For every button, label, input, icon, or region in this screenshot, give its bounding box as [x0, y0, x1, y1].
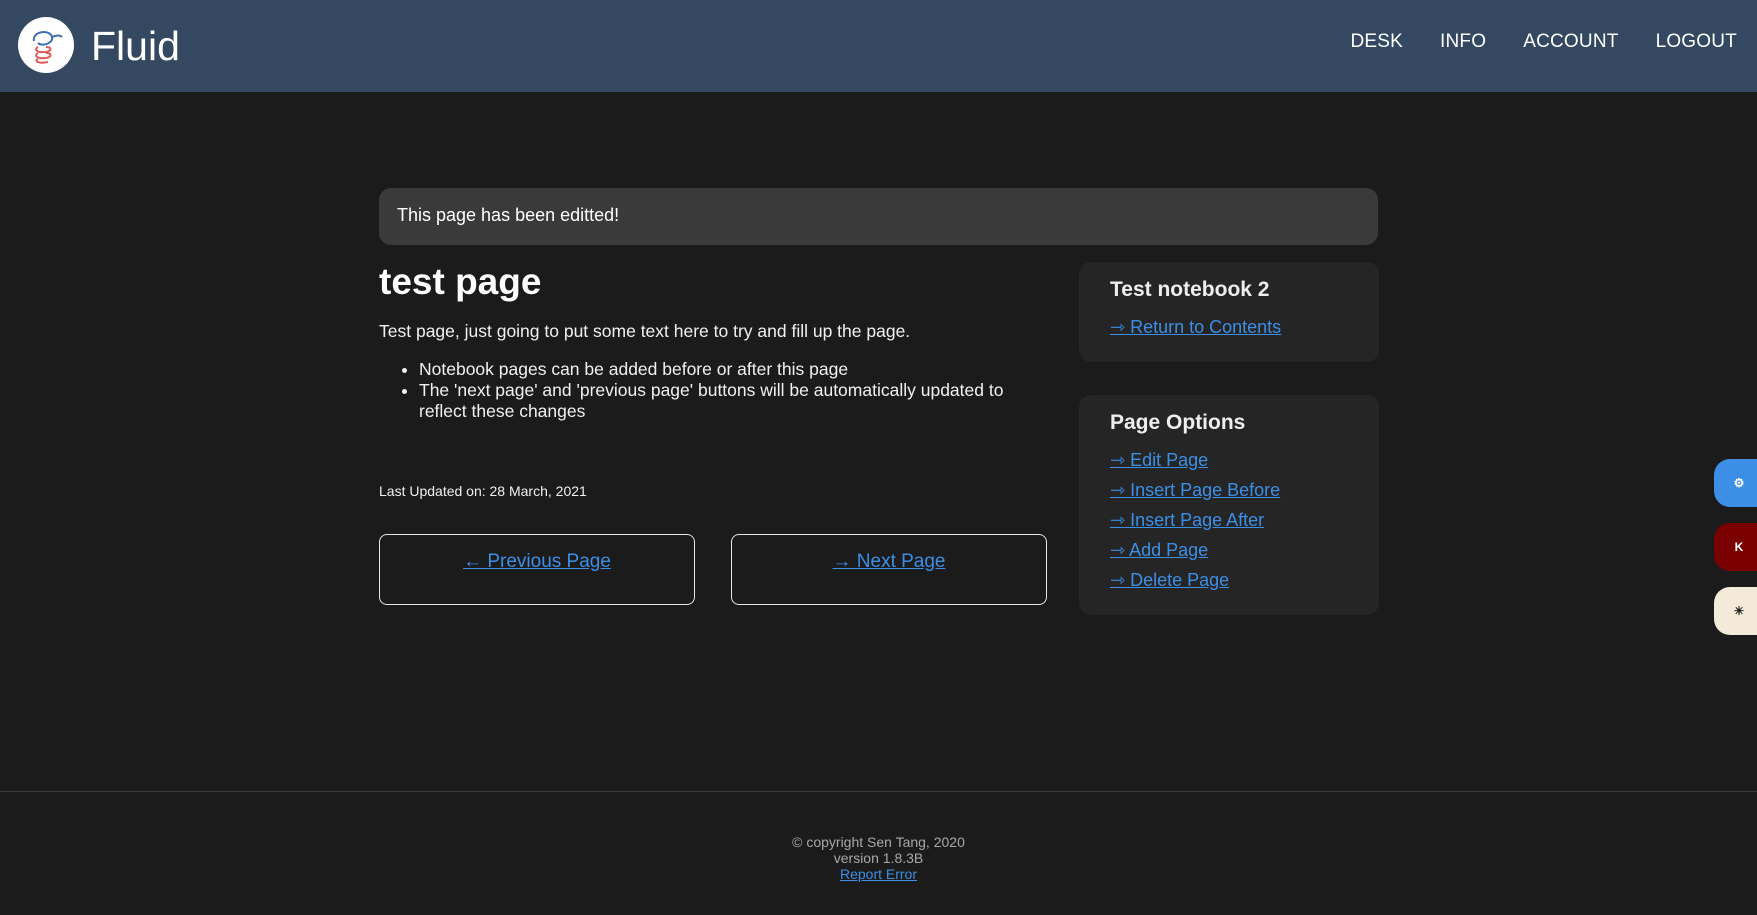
- version-text: version 1.8.3B: [833, 850, 924, 866]
- previous-page-button[interactable]: ← Previous Page: [379, 534, 695, 605]
- previous-page-link[interactable]: ← Previous Page: [463, 551, 611, 572]
- theme-fab[interactable]: ☀: [1714, 587, 1757, 635]
- gear-icon: ⚙: [1733, 476, 1745, 490]
- footer: © copyright Sen Tang, 2020 version 1.8.3…: [0, 834, 1757, 882]
- edit-page-link[interactable]: ⇾ Edit Page: [1110, 445, 1379, 475]
- next-page-button[interactable]: → Next Page: [731, 534, 1047, 605]
- footer-divider: [0, 791, 1757, 792]
- brand-title[interactable]: Fluid: [91, 22, 180, 70]
- settings-fab[interactable]: ⚙: [1714, 459, 1757, 507]
- k-icon: K: [1734, 540, 1744, 554]
- delete-page-link[interactable]: ⇾ Delete Page: [1110, 565, 1379, 595]
- fluid-logo-icon[interactable]: [18, 17, 74, 73]
- nav-desk[interactable]: DESK: [1350, 31, 1403, 53]
- notebook-title: Test notebook 2: [1110, 278, 1270, 301]
- page-title: test page: [379, 261, 542, 302]
- nav-logout[interactable]: LOGOUT: [1656, 31, 1737, 53]
- page-body: Test page, just going to put some text h…: [379, 321, 911, 341]
- insert-page-before-link[interactable]: ⇾ Insert Page Before: [1110, 475, 1379, 505]
- notebook-card: Test notebook 2 ⇾ Return to Contents: [1079, 262, 1379, 362]
- copyright-text: © copyright Sen Tang, 2020: [792, 834, 965, 850]
- page-options-title: Page Options: [1110, 411, 1246, 434]
- nav-account[interactable]: ACCOUNT: [1523, 31, 1618, 53]
- return-to-contents-link[interactable]: ⇾ Return to Contents: [1110, 312, 1379, 342]
- bullet-list: Notebook pages can be added before or af…: [379, 359, 1049, 422]
- list-item: Notebook pages can be added before or af…: [419, 359, 1049, 380]
- main-nav: DESK INFO ACCOUNT LOGOUT: [1313, 31, 1737, 53]
- insert-page-after-link[interactable]: ⇾ Insert Page After: [1110, 505, 1379, 535]
- top-navbar: Fluid DESK INFO ACCOUNT LOGOUT: [0, 0, 1757, 92]
- sun-icon: ☀: [1733, 604, 1745, 618]
- report-error-link[interactable]: Report Error: [840, 866, 917, 882]
- page-options-card: Page Options ⇾ Edit Page ⇾ Insert Page B…: [1079, 395, 1379, 615]
- nav-info[interactable]: INFO: [1440, 31, 1486, 53]
- edit-success-alert: This page has been editted!: [379, 188, 1378, 245]
- add-page-link[interactable]: ⇾ Add Page: [1110, 535, 1379, 565]
- next-page-link[interactable]: → Next Page: [833, 551, 946, 572]
- k-fab[interactable]: K: [1714, 523, 1757, 571]
- page-content: test page Test page, just going to put s…: [379, 262, 1049, 422]
- list-item: The 'next page' and 'previous page' butt…: [419, 380, 1049, 422]
- last-updated: Last Updated on: 28 March, 2021: [379, 483, 587, 499]
